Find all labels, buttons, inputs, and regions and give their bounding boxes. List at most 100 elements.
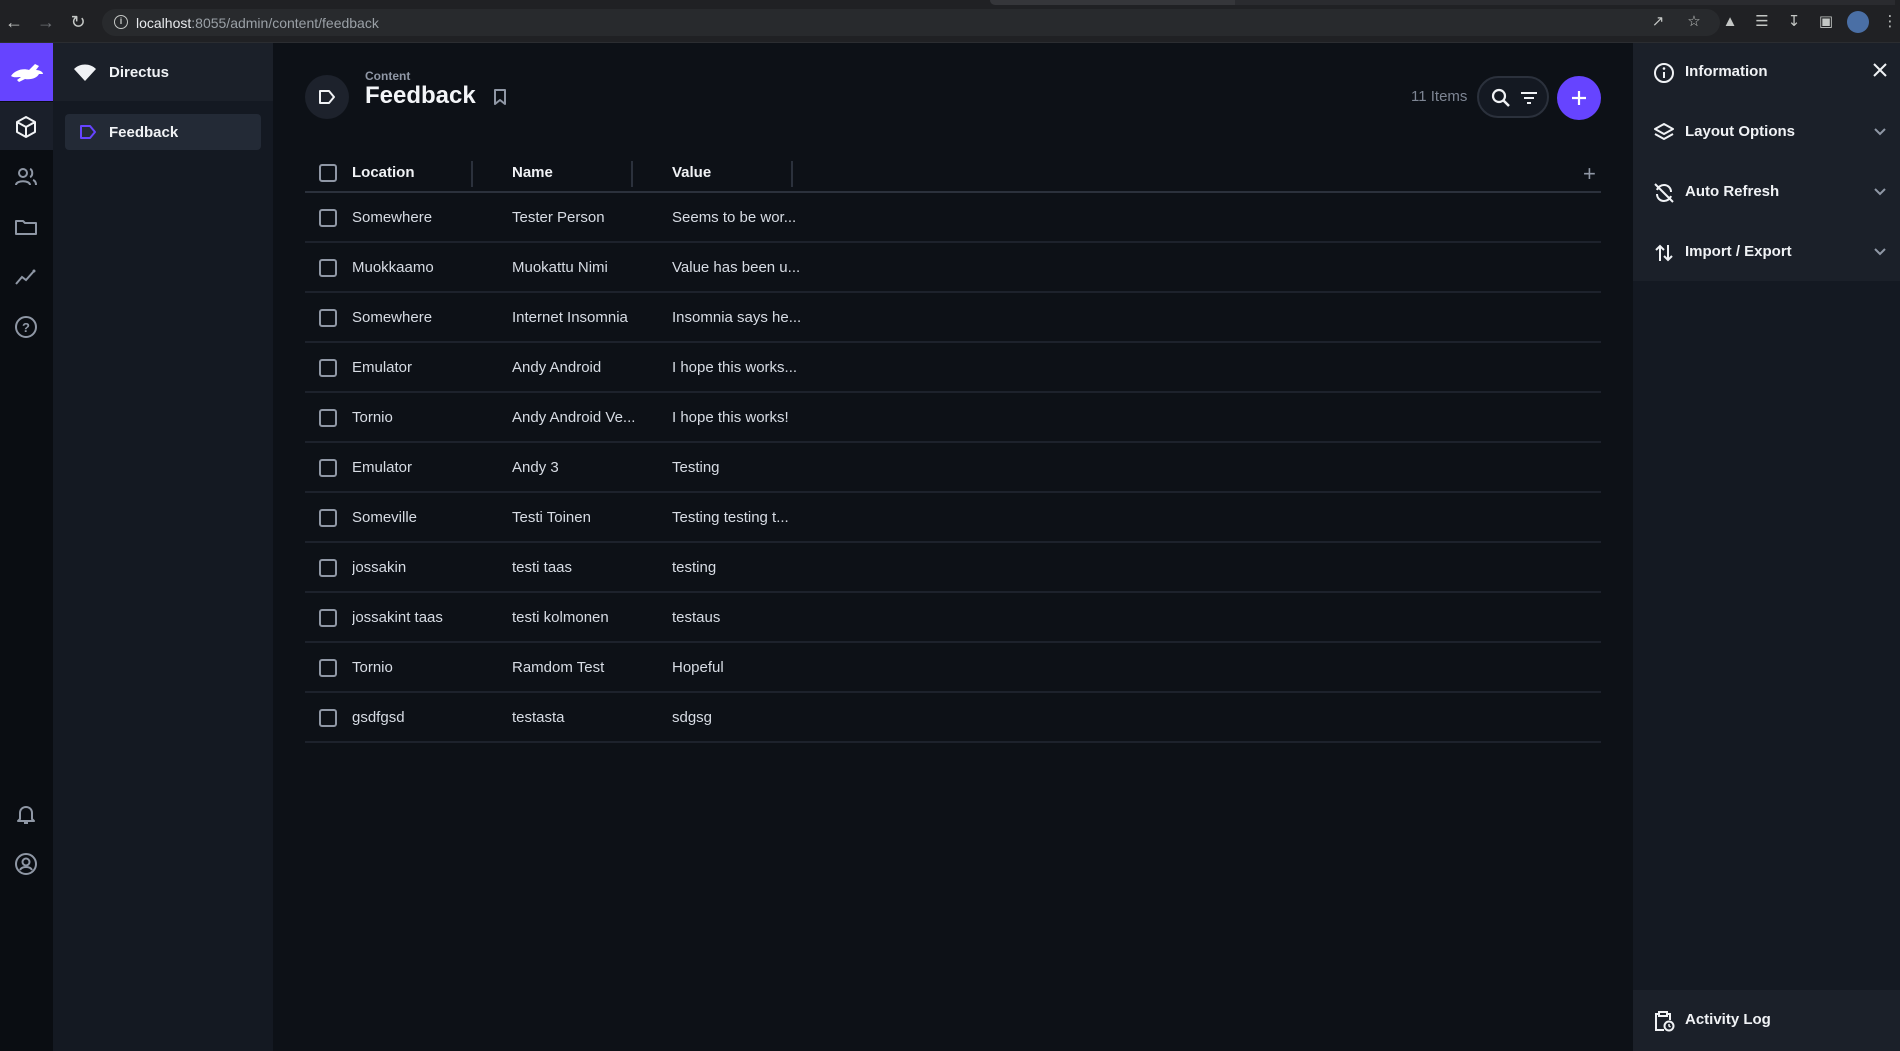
site-info-icon[interactable]: i: [114, 15, 128, 29]
table-row[interactable]: Tornio Ramdom Test Hopeful: [305, 643, 1601, 693]
table-row[interactable]: Tornio Andy Android Ve... I hope this work…: [305, 393, 1601, 443]
row-checkbox[interactable]: [319, 509, 337, 527]
plus-icon: [1572, 91, 1586, 105]
sidebar-auto-refresh-label: Auto Refresh: [1685, 183, 1780, 200]
row-checkbox[interactable]: [319, 709, 337, 727]
column-header-value[interactable]: Value: [672, 164, 810, 181]
project-name: Directus: [109, 64, 170, 81]
bookmark-star-icon[interactable]: ☆: [1684, 12, 1704, 32]
collection-icon-button[interactable]: [305, 75, 349, 119]
cell-name: testi kolmonen: [512, 609, 609, 626]
close-icon[interactable]: [1871, 61, 1889, 79]
table-header: Location Name Value +: [305, 153, 1601, 193]
cell-location: Tornio: [352, 659, 393, 676]
column-header-name[interactable]: Name: [512, 164, 646, 181]
sidebar-layout-options[interactable]: Layout Options: [1633, 103, 1900, 163]
bookmark-icon[interactable]: [493, 88, 507, 106]
sidebar-activity-log-label: Activity Log: [1685, 1011, 1771, 1028]
browser-tab-strip-rest: [1235, 0, 1895, 5]
cell-name: Andy Android: [512, 359, 602, 376]
table-row[interactable]: gsdfgsd testasta sdgsg: [305, 693, 1601, 743]
user-profile-button[interactable]: [0, 839, 53, 887]
column-resize-handle[interactable]: [631, 161, 633, 187]
table-row[interactable]: Muokkaamo Muokattu Nimi Value has been u..…: [305, 243, 1601, 293]
avatar[interactable]: [1847, 11, 1869, 33]
sidebar-sections: Information Layout Options Auto Refresh: [1633, 43, 1900, 281]
reload-icon[interactable]: ↻: [68, 12, 88, 32]
table-row[interactable]: jossakin testi taas testing: [305, 543, 1601, 593]
folder-icon: [15, 220, 37, 235]
forward-icon[interactable]: →: [36, 12, 56, 32]
rabbit-icon: [11, 64, 43, 82]
side-panel-icon[interactable]: ▣: [1816, 12, 1836, 32]
column-resize-handle[interactable]: [471, 161, 473, 187]
back-icon[interactable]: ←: [4, 12, 24, 32]
row-checkbox[interactable]: [319, 409, 337, 427]
module-files[interactable]: [0, 202, 53, 250]
sidebar-import-export[interactable]: Import / Export: [1633, 223, 1900, 283]
column-resize-handle[interactable]: [791, 161, 793, 187]
cell-value: Hopeful: [672, 659, 724, 676]
cell-name: Testi Toinen: [512, 509, 591, 526]
project-header[interactable]: Directus: [53, 43, 273, 101]
wifi-icon: [74, 64, 96, 81]
search-icon[interactable]: [1491, 88, 1511, 108]
sidebar-activity-log[interactable]: Activity Log: [1633, 990, 1900, 1051]
cell-location: Somewhere: [352, 209, 433, 226]
module-content[interactable]: [0, 102, 53, 150]
row-checkbox[interactable]: [319, 309, 337, 327]
insights-icon: [15, 269, 36, 285]
people-icon: [15, 168, 37, 186]
table-row[interactable]: Someville Testi Toinen Testing testing t..…: [305, 493, 1601, 543]
search-filter-bar[interactable]: [1477, 76, 1549, 118]
row-checkbox[interactable]: [319, 209, 337, 227]
cell-location: Emulator: [352, 459, 413, 476]
menu-icon[interactable]: ⋮: [1880, 12, 1900, 32]
share-icon[interactable]: ↗: [1648, 12, 1668, 32]
cell-location: Muokkaamo: [352, 259, 434, 276]
cell-name: Muokattu Nimi: [512, 259, 608, 276]
table-row[interactable]: jossakint taas testi kolmonen testaus: [305, 593, 1601, 643]
notifications-button[interactable]: [0, 789, 53, 837]
row-checkbox[interactable]: [319, 459, 337, 477]
sidebar-auto-refresh[interactable]: Auto Refresh: [1633, 163, 1900, 223]
filter-icon[interactable]: [1519, 88, 1539, 108]
row-checkbox[interactable]: [319, 659, 337, 677]
refresh-off-icon: [1654, 183, 1674, 203]
select-all-checkbox[interactable]: [319, 164, 337, 182]
chevron-down-icon: [1874, 128, 1886, 136]
page-title: Feedback: [365, 82, 476, 109]
download-icon[interactable]: ↧: [1784, 12, 1804, 32]
import-export-icon: [1655, 244, 1673, 262]
row-checkbox[interactable]: [319, 609, 337, 627]
module-help[interactable]: ?: [0, 302, 53, 350]
table-body: Somewhere Tester Person Seems to be wor...…: [305, 193, 1601, 743]
help-icon: ?: [15, 316, 37, 338]
module-users[interactable]: [0, 152, 53, 200]
cell-name: testi taas: [512, 559, 573, 576]
table-row[interactable]: Somewhere Internet Insomnia Insomnia says …: [305, 293, 1601, 343]
nav-item-feedback[interactable]: Feedback: [65, 114, 261, 150]
add-item-button[interactable]: [1557, 76, 1601, 120]
table-row[interactable]: Emulator Andy Android I hope this works...: [305, 343, 1601, 393]
cell-location: jossakint taas: [352, 609, 443, 626]
cell-name: Ramdom Test: [512, 659, 605, 676]
add-column-icon[interactable]: +: [1583, 161, 1596, 187]
extensions-icon[interactable]: ▲: [1720, 12, 1740, 32]
sidebar-information[interactable]: Information: [1633, 43, 1900, 103]
cell-name: Tester Person: [512, 209, 605, 226]
row-checkbox[interactable]: [319, 559, 337, 577]
module-insights[interactable]: [0, 252, 53, 300]
row-checkbox[interactable]: [319, 259, 337, 277]
breadcrumb[interactable]: Content: [365, 69, 410, 83]
address-bar[interactable]: i localhost:8055/admin/content/feedback …: [102, 9, 1720, 36]
table-row[interactable]: Somewhere Tester Person Seems to be wor...: [305, 193, 1601, 243]
svg-text:?: ?: [22, 320, 30, 335]
cell-value: Insomnia says he...: [672, 309, 802, 326]
main-content: Content Feedback 11 Items Location Name …: [273, 43, 1633, 1051]
directus-logo[interactable]: [0, 43, 53, 101]
column-header-location[interactable]: Location: [352, 164, 502, 181]
media-icon[interactable]: ☰: [1752, 12, 1772, 32]
table-row[interactable]: Emulator Andy 3 Testing: [305, 443, 1601, 493]
row-checkbox[interactable]: [319, 359, 337, 377]
